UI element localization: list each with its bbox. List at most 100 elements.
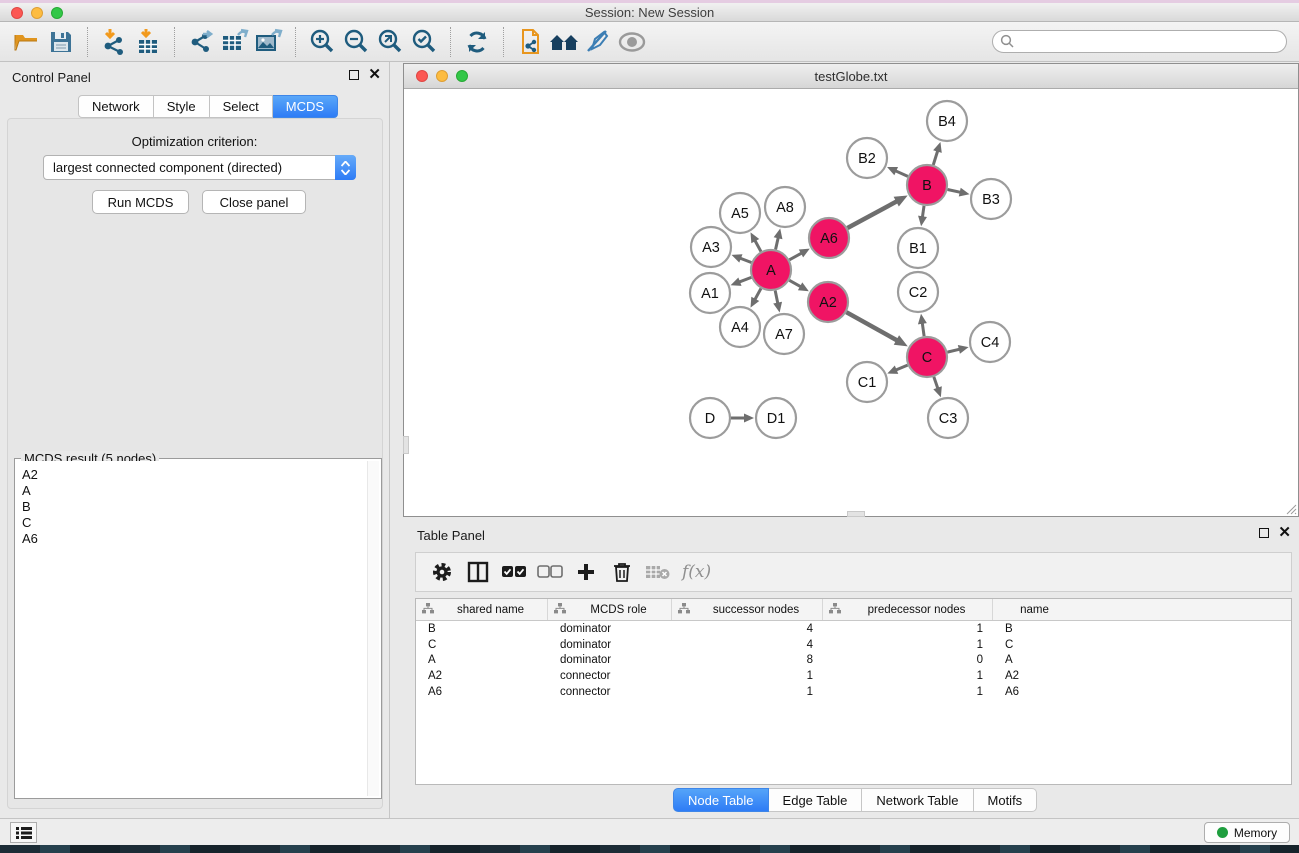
close-panel-icon[interactable]: ✕	[368, 70, 381, 80]
splitter-handle[interactable]	[847, 511, 865, 517]
window-titlebar[interactable]: Session: New Session	[0, 3, 1299, 22]
run-mcds-button[interactable]: Run MCDS	[92, 190, 189, 214]
graph-edge-A6-B[interactable]	[847, 195, 907, 228]
refresh-layout-icon[interactable]	[460, 25, 494, 59]
close-panel-button[interactable]: Close panel	[202, 190, 306, 214]
graph-edge-A-A5[interactable]	[751, 232, 761, 251]
zoom-fit-icon[interactable]	[373, 25, 407, 59]
column-header-predecessor-nodes[interactable]: predecessor nodes	[823, 599, 993, 620]
home-views-icon[interactable]	[547, 25, 581, 59]
graph-node-A3[interactable]: A3	[691, 227, 731, 267]
graph-node-D[interactable]: D	[690, 398, 730, 438]
clone-network-icon[interactable]	[513, 25, 547, 59]
graph-edge-A-A4[interactable]	[751, 288, 761, 307]
import-network-icon[interactable]	[97, 25, 131, 59]
zoom-selected-icon[interactable]	[407, 25, 441, 59]
graph-node-D1[interactable]: D1	[756, 398, 796, 438]
graph-node-A1[interactable]: A1	[690, 273, 730, 313]
column-header-name[interactable]: name	[993, 599, 1076, 620]
close-panel-icon[interactable]: ✕	[1278, 528, 1291, 538]
result-item[interactable]: A	[22, 483, 366, 499]
network-canvas[interactable]: B4 B2 B B3 A5A8A6 A3 B1 A A1 C2 A2 A4A7 C4 C C1 C3 D D1	[404, 89, 1298, 516]
table-row[interactable]: A2connector11A2	[416, 668, 1291, 684]
add-column-icon[interactable]	[568, 555, 604, 589]
graph-node-A4[interactable]: A4	[720, 307, 760, 347]
table-settings-icon[interactable]	[424, 555, 460, 589]
graph-node-A8[interactable]: A8	[765, 187, 805, 227]
graph-edge-A-A3[interactable]	[732, 254, 752, 262]
graph-node-A5[interactable]: A5	[720, 193, 760, 233]
result-item[interactable]: C	[22, 515, 366, 531]
graph-node-A2[interactable]: A2	[808, 282, 848, 322]
task-history-button[interactable]	[10, 822, 37, 843]
tab-select[interactable]: Select	[210, 95, 273, 118]
result-scrollbar[interactable]	[367, 461, 379, 796]
graph-edge-B-B2[interactable]	[887, 167, 908, 176]
search-input[interactable]	[992, 30, 1287, 53]
graph-node-C3[interactable]: C3	[928, 398, 968, 438]
float-panel-icon[interactable]	[1259, 528, 1269, 538]
save-session-icon[interactable]	[44, 25, 78, 59]
tab-network[interactable]: Network	[78, 95, 154, 118]
mcds-result-list[interactable]: A2ABCA6	[17, 461, 366, 796]
table-row[interactable]: Cdominator41C	[416, 637, 1291, 653]
graph-edge-B-B4[interactable]	[933, 142, 942, 165]
tab-motifs[interactable]: Motifs	[974, 788, 1038, 812]
graph-node-C[interactable]: C	[907, 337, 947, 377]
tab-network-table[interactable]: Network Table	[862, 788, 973, 812]
graph-node-B3[interactable]: B3	[971, 179, 1011, 219]
graph-node-A6[interactable]: A6	[809, 218, 849, 258]
graph-edge-A-A8[interactable]	[774, 228, 783, 249]
graph-edge-A2-C[interactable]	[846, 312, 907, 346]
tab-edge-table[interactable]: Edge Table	[769, 788, 863, 812]
column-header-successor-nodes[interactable]: successor nodes	[672, 599, 823, 620]
graph-edge-C-C1[interactable]	[887, 365, 907, 374]
toggle-panes-icon[interactable]	[460, 555, 496, 589]
graph-node-B4[interactable]: B4	[927, 101, 967, 141]
graph-edge-B-B1[interactable]	[918, 206, 927, 226]
export-table-icon[interactable]	[218, 25, 252, 59]
graph-edge-C-C4[interactable]	[947, 345, 968, 354]
splitter-handle[interactable]	[403, 436, 409, 454]
graph-node-B[interactable]: B	[907, 165, 947, 205]
delete-table-icon[interactable]	[640, 555, 676, 589]
graph-edge-A-A2[interactable]	[789, 280, 809, 291]
table-row[interactable]: Adominator80A	[416, 653, 1291, 669]
graph-edge-D-D1[interactable]	[731, 414, 754, 423]
graph-edge-C-C2[interactable]	[918, 314, 927, 336]
function-builder-button[interactable]: f(x)	[682, 562, 711, 582]
column-header-MCDS-role[interactable]: MCDS role	[548, 599, 672, 620]
graph-edge-A-A6[interactable]	[789, 249, 809, 260]
network-window-titlebar[interactable]: testGlobe.txt	[404, 64, 1298, 89]
open-file-icon[interactable]	[10, 25, 44, 59]
graph-node-B1[interactable]: B1	[898, 228, 938, 268]
graph-node-A7[interactable]: A7	[764, 314, 804, 354]
tab-node-table[interactable]: Node Table	[673, 788, 769, 812]
result-item[interactable]: A6	[22, 531, 366, 547]
memory-button[interactable]: Memory	[1204, 822, 1290, 843]
graph-node-C4[interactable]: C4	[970, 322, 1010, 362]
graph-node-C2[interactable]: C2	[898, 272, 938, 312]
graph-edge-A-A1[interactable]	[731, 277, 752, 286]
graph-edge-C-C3[interactable]	[933, 377, 942, 397]
export-image-icon[interactable]	[252, 25, 286, 59]
result-item[interactable]: A2	[22, 467, 366, 483]
resize-grip-icon[interactable]	[1284, 502, 1297, 515]
zoom-out-icon[interactable]	[339, 25, 373, 59]
table-row[interactable]: A6connector11A6	[416, 684, 1291, 700]
graph-edge-A-A7[interactable]	[773, 291, 782, 313]
show-graphics-details-icon[interactable]	[615, 25, 649, 59]
graph-node-A[interactable]: A	[751, 250, 791, 290]
table-row[interactable]: Bdominator41B	[416, 621, 1291, 637]
graph-node-B2[interactable]: B2	[847, 138, 887, 178]
float-panel-icon[interactable]	[349, 70, 359, 80]
deselect-all-rows-icon[interactable]	[532, 555, 568, 589]
graph-edge-B-B3[interactable]	[948, 188, 970, 197]
graph-node-C1[interactable]: C1	[847, 362, 887, 402]
hide-annotations-icon[interactable]	[581, 25, 615, 59]
zoom-in-icon[interactable]	[305, 25, 339, 59]
export-network-icon[interactable]	[184, 25, 218, 59]
column-header-shared-name[interactable]: shared name	[416, 599, 548, 620]
tab-mcds[interactable]: MCDS	[273, 95, 338, 118]
select-all-rows-icon[interactable]	[496, 555, 532, 589]
